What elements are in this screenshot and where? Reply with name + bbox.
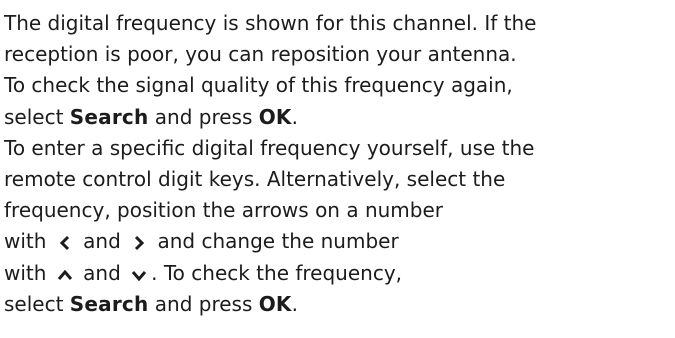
help-line-4: select Search and press OK.: [4, 102, 672, 133]
text-select: select: [4, 291, 70, 316]
help-line-5: To enter a specific digital frequency yo…: [4, 133, 672, 164]
help-line-2-text: reception is poor, you can reposition yo…: [4, 42, 517, 67]
text-period: .: [291, 104, 298, 129]
help-line-9: with and . To check the frequency,: [4, 258, 672, 289]
help-line-3-text: To check the signal quality of this freq…: [4, 73, 513, 98]
help-line-7-text: frequency, position the arrows on a numb…: [4, 198, 444, 223]
text-change-number: and change the number: [151, 229, 399, 254]
keyword-ok: OK: [258, 104, 292, 129]
chevron-left-icon: [53, 229, 77, 251]
text-with: with: [4, 229, 53, 254]
text-check-frequency: . To check the frequency,: [151, 260, 403, 285]
text-and: and: [76, 260, 128, 285]
help-line-7: frequency, position the arrows on a numb…: [4, 195, 672, 226]
text-period: .: [291, 291, 298, 316]
keyword-search: Search: [69, 104, 149, 129]
text-select: select: [4, 104, 70, 129]
text-and-press: and press: [148, 104, 259, 129]
text-and-press: and press: [148, 291, 259, 316]
help-line-5-text: To enter a specific digital frequency yo…: [4, 135, 535, 160]
help-line-6: remote control digit keys. Alternatively…: [4, 164, 672, 195]
help-line-1: The digital frequency is shown for this …: [4, 8, 672, 39]
keyword-search: Search: [69, 291, 149, 316]
text-and: and: [76, 229, 128, 254]
help-text: The digital frequency is shown for this …: [4, 8, 672, 320]
text-with: with: [4, 260, 53, 285]
help-line-3: To check the signal quality of this freq…: [4, 70, 672, 101]
chevron-right-icon: [127, 229, 151, 251]
chevron-up-icon: [53, 261, 77, 281]
keyword-ok: OK: [258, 291, 292, 316]
help-line-8: with and and change the number: [4, 226, 672, 257]
help-line-6-text: remote control digit keys. Alternatively…: [4, 166, 506, 191]
chevron-down-icon: [127, 261, 151, 281]
help-line-2: reception is poor, you can reposition yo…: [4, 39, 672, 70]
help-line-1-text: The digital frequency is shown for this …: [4, 11, 537, 35]
help-line-10: select Search and press OK.: [4, 289, 672, 320]
